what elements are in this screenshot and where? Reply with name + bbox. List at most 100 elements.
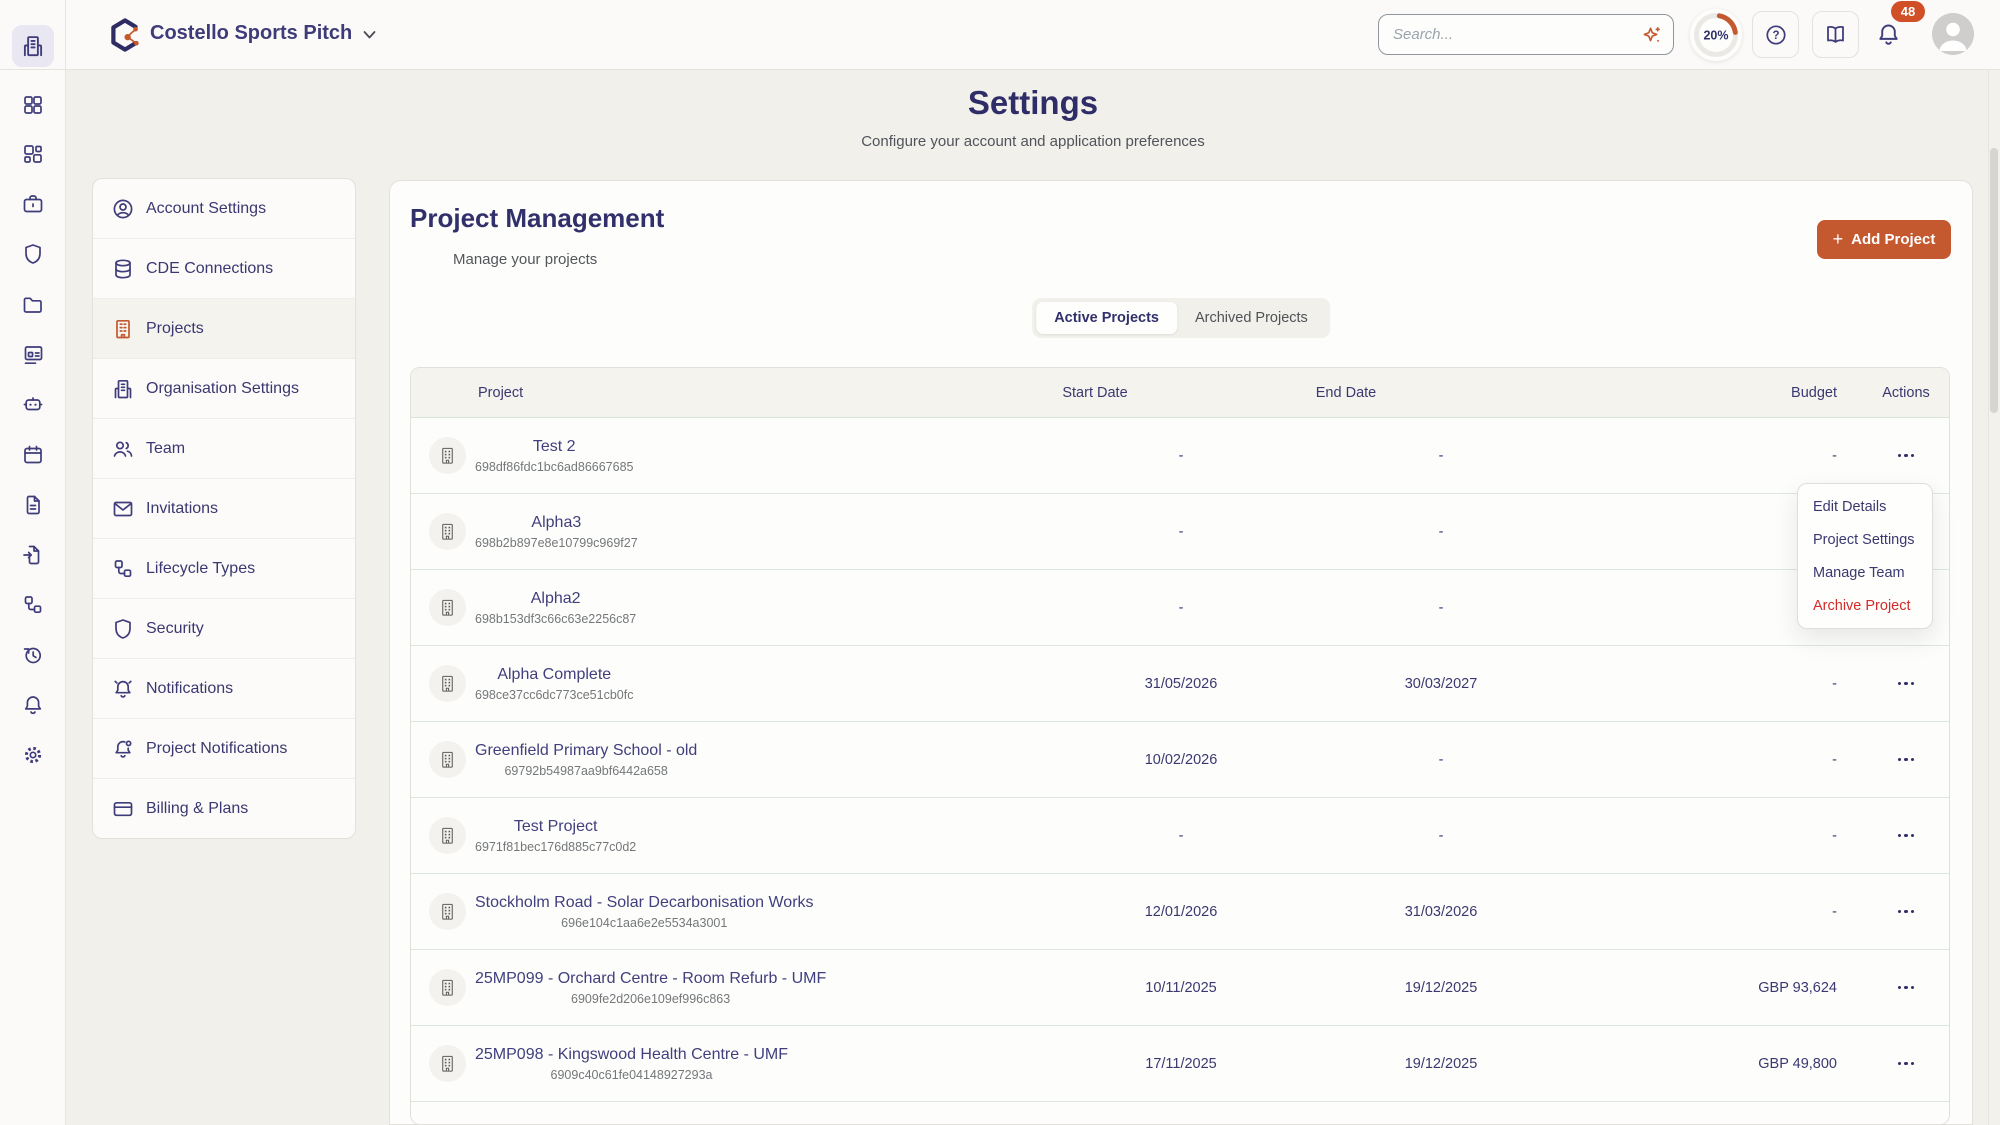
project-id: 6909fe2d206e109ef996c863: [571, 992, 730, 1006]
org-switcher[interactable]: Costello Sports Pitch: [150, 22, 352, 45]
row-context-menu: Edit Details Project Settings Manage Tea…: [1797, 483, 1933, 629]
building-icon: [111, 317, 135, 341]
rail-item-import[interactable]: [21, 543, 45, 567]
notifications-button[interactable]: [1870, 16, 1906, 56]
icon-rail: [0, 0, 66, 1125]
rail-item-reports[interactable]: [21, 343, 45, 367]
project-name[interactable]: Test Project: [514, 818, 598, 836]
components-grid-icon: [21, 142, 45, 166]
nav-item-project-notifications[interactable]: Project Notifications: [93, 719, 355, 779]
nav-item-organisation-settings[interactable]: Organisation Settings: [93, 359, 355, 419]
tab-active-projects[interactable]: Active Projects: [1036, 302, 1177, 334]
project-name[interactable]: Alpha2: [531, 590, 581, 608]
organisation-icon: [20, 33, 46, 59]
rail-item-organisation[interactable]: [12, 25, 54, 67]
nav-label: Billing & Plans: [146, 800, 248, 818]
help-button[interactable]: ?: [1752, 11, 1799, 58]
nav-item-notifications[interactable]: Notifications: [93, 659, 355, 719]
row-actions-button[interactable]: [1894, 752, 1919, 768]
scrollbar-thumb[interactable]: [1990, 148, 1998, 413]
project-name[interactable]: 25MP098 - Kingswood Health Centre - UMF: [475, 1046, 788, 1064]
project-name[interactable]: Alpha Complete: [497, 666, 611, 684]
rail-item-assistant[interactable]: [21, 392, 45, 416]
rail-item-dashboard[interactable]: [21, 93, 45, 117]
table-row: 25MP099 - Orchard Centre - Room Refurb -…: [411, 950, 1949, 1026]
end-date-cell: -: [1311, 448, 1571, 464]
start-date-cell: -: [1051, 828, 1311, 844]
rail-item-documents[interactable]: [21, 493, 45, 517]
menu-item-archive-project[interactable]: Archive Project: [1798, 589, 1932, 622]
plus-icon: +: [1833, 229, 1844, 250]
shield-icon: [111, 617, 135, 641]
row-actions-button[interactable]: [1894, 828, 1919, 844]
project-name[interactable]: 25MP099 - Orchard Centre - Room Refurb -…: [475, 970, 826, 988]
table-header: Project Start Date End Date Budget Actio…: [411, 368, 1949, 418]
column-header-start-date: Start Date: [1051, 385, 1311, 401]
rail-item-components[interactable]: [21, 142, 45, 166]
usage-ring[interactable]: 20%: [1688, 7, 1744, 63]
menu-item-edit-details[interactable]: Edit Details: [1798, 490, 1932, 523]
rail-item-settings[interactable]: [21, 743, 45, 767]
row-actions-button[interactable]: [1894, 448, 1919, 464]
nav-item-billing-plans[interactable]: Billing & Plans: [93, 779, 355, 839]
person-icon: [1932, 13, 1974, 55]
table-row: Stockholm Road - Solar Decarbonisation W…: [411, 874, 1949, 950]
project-management-card: Project Management Manage your projects …: [389, 180, 1973, 1125]
menu-item-project-settings[interactable]: Project Settings: [1798, 523, 1932, 556]
org-logo-icon: [106, 16, 144, 54]
end-date-cell: -: [1311, 524, 1571, 540]
user-avatar[interactable]: [1932, 13, 1974, 55]
rail-item-lifecycle[interactable]: [21, 593, 45, 617]
scrollbar-track[interactable]: [1988, 70, 2000, 1125]
robot-icon: [21, 392, 45, 416]
credit-card-icon: [111, 797, 135, 821]
team-icon: [111, 437, 135, 461]
row-actions-button[interactable]: [1894, 904, 1919, 920]
nav-label: CDE Connections: [146, 260, 273, 278]
nav-item-team[interactable]: Team: [93, 419, 355, 479]
end-date-cell: 30/03/2027: [1311, 676, 1571, 692]
nav-item-lifecycle-types[interactable]: Lifecycle Types: [93, 539, 355, 599]
search-input[interactable]: [1378, 14, 1674, 55]
workflow-icon: [111, 557, 135, 581]
chevron-down-icon[interactable]: [362, 29, 377, 41]
rail-item-briefcase[interactable]: [21, 192, 45, 216]
table-row: Test 2698df86fdc1bc6ad86667685 - - -: [411, 418, 1949, 494]
bell-icon: [21, 693, 45, 717]
project-avatar: [429, 893, 466, 930]
project-name[interactable]: Greenfield Primary School - old: [475, 742, 697, 760]
report-board-icon: [21, 343, 45, 367]
app-window: Costello Sports Pitch 20% ?: [0, 0, 2000, 1125]
section-subtitle: Manage your projects: [453, 251, 597, 268]
project-name[interactable]: Stockholm Road - Solar Decarbonisation W…: [475, 894, 814, 912]
project-id: 696e104c1aa6e2e5534a3001: [561, 916, 727, 930]
rail-item-calendar[interactable]: [21, 443, 45, 467]
gear-icon: [21, 743, 45, 767]
nav-item-security[interactable]: Security: [93, 599, 355, 659]
bell-alert-icon: [111, 677, 135, 701]
nav-item-projects[interactable]: Projects: [93, 299, 355, 359]
nav-item-invitations[interactable]: Invitations: [93, 479, 355, 539]
budget-cell: -: [1571, 828, 1861, 844]
project-avatar: [429, 741, 466, 778]
tab-archived-projects[interactable]: Archived Projects: [1177, 302, 1326, 334]
row-actions-button[interactable]: [1894, 1056, 1919, 1072]
nav-item-cde-connections[interactable]: CDE Connections: [93, 239, 355, 299]
rail-item-history[interactable]: [21, 643, 45, 667]
topbar-divider: [0, 69, 2000, 70]
project-name[interactable]: Alpha3: [531, 514, 581, 532]
row-actions-button[interactable]: [1894, 676, 1919, 692]
user-guide-button[interactable]: [1812, 11, 1859, 58]
menu-item-manage-team[interactable]: Manage Team: [1798, 556, 1932, 589]
rail-item-notifications[interactable]: [21, 693, 45, 717]
row-actions-button[interactable]: [1894, 980, 1919, 996]
user-circle-icon: [111, 197, 135, 221]
add-project-button[interactable]: + Add Project: [1817, 220, 1951, 259]
rail-item-folder[interactable]: [21, 293, 45, 317]
project-name[interactable]: Test 2: [533, 438, 576, 456]
end-date-cell: -: [1311, 600, 1571, 616]
rail-item-shield[interactable]: [21, 242, 45, 266]
history-icon: [21, 643, 45, 667]
usage-percent-label: 20%: [1703, 29, 1728, 43]
nav-item-account-settings[interactable]: Account Settings: [93, 179, 355, 239]
